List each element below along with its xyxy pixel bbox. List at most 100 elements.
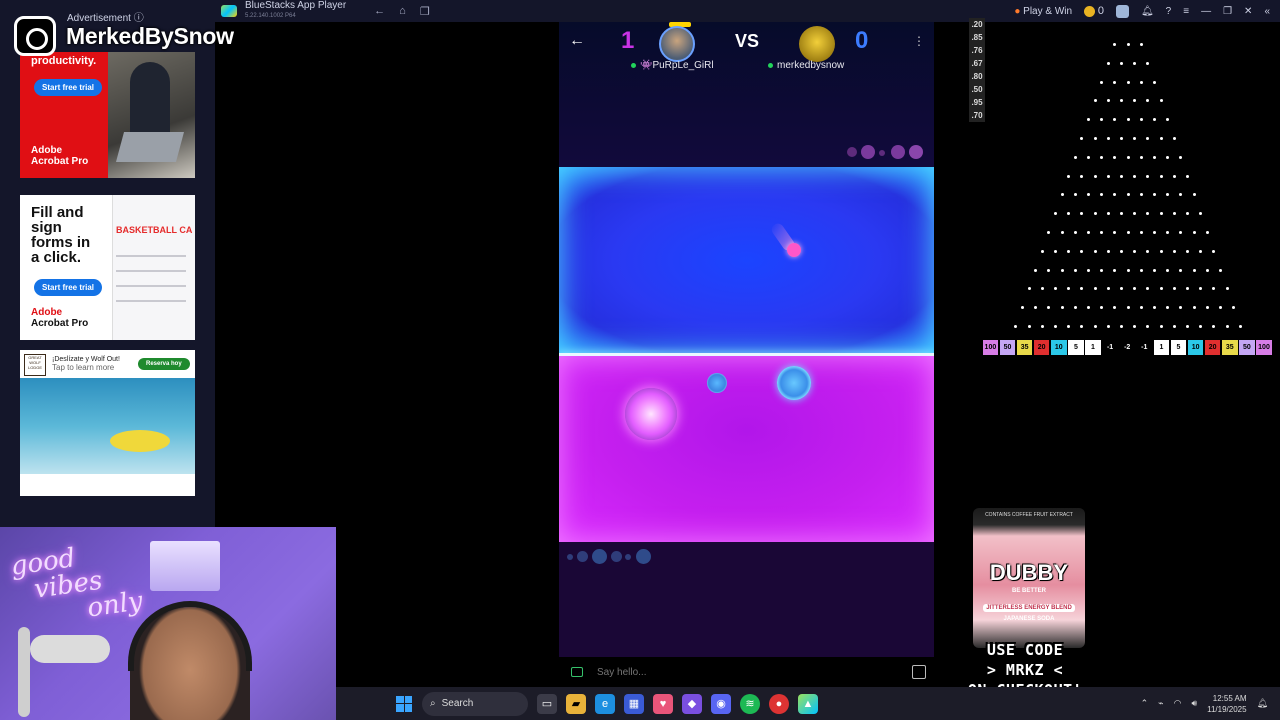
plinko-peg [1086,193,1090,197]
plinko-peg [1133,137,1137,140]
plinko-peg [1113,43,1117,46]
plinko-peg [1159,212,1163,216]
plinko-peg [1179,193,1183,197]
ad2-start-trial-button[interactable]: Start free trial [34,279,103,296]
plinko-peg [1185,212,1189,216]
chat-input[interactable] [597,666,897,678]
adobe-ad-2[interactable]: BASKETBALL CA Fill and sign forms in a c… [20,195,195,340]
bell-icon[interactable]: 🔔︎ [1141,6,1154,17]
plinko-peg [1073,193,1077,197]
plinko-slot: -1 [1136,340,1153,355]
chevron-up-icon[interactable]: ⌃ [1141,698,1149,709]
vs-label: VS [735,31,760,51]
plinko-peg [1040,325,1044,328]
bluestacks-taskbar-icon[interactable]: ▲ [798,693,818,714]
play-win-button[interactable]: ● Play & Win [1014,6,1072,17]
player-paddle[interactable] [625,388,677,440]
plinko-peg [1185,325,1189,328]
task-view-icon[interactable]: ▭ [537,693,557,714]
plinko-peg [1199,325,1203,328]
plinko-peg [1093,99,1097,103]
player2-avatar[interactable] [799,26,835,62]
more-options-icon[interactable]: ⋮ [913,34,925,48]
plinko-peg [1106,249,1110,253]
plinko-slot: 5 [1068,340,1084,355]
home-icon[interactable]: ⌂ [399,5,406,17]
plinko-peg [1179,268,1183,272]
plinko-peg [1119,99,1123,103]
plinko-peg [1146,137,1150,140]
plinko-slot: 50 [999,340,1016,355]
plinko-peg [1185,174,1189,178]
plinko-peg [1133,287,1137,291]
close-icon[interactable]: ✕ [1244,6,1252,17]
back-arrow-icon[interactable]: ← [569,32,585,50]
plinko-peg [1139,268,1143,272]
plinko-peg [1040,287,1044,291]
ad1-brand-line2: Acrobat Pro [31,156,89,167]
multi-instance-icon[interactable]: ❐ [420,5,430,18]
plinko-peg [1179,155,1183,159]
windows-start-icon[interactable] [396,695,412,712]
plinko-peg [1113,231,1117,234]
network-icon[interactable]: ⌁ [1158,698,1163,709]
menu-icon[interactable]: ≡ [1183,6,1189,17]
app-icon-pink[interactable]: ♥ [653,693,673,714]
player1-name: 👾PuRpLe_GiRl [631,60,714,71]
plinko-peg [1192,193,1196,197]
player1-avatar[interactable] [659,26,695,62]
great-wolf-ad[interactable]: GREAT WOLF LODGE ¡Deslízate y Wolf Out! … [20,350,195,496]
help-icon[interactable]: ? [1166,6,1172,17]
plinko-peg [1139,231,1143,234]
plinko-peg [1152,268,1156,272]
back-icon[interactable]: ← [374,5,385,17]
plinko-peg [1113,306,1117,310]
copilot-icon[interactable]: ◆ [682,693,702,714]
plinko-peg [1146,99,1150,103]
bluestacks-titlebar: BlueStacks App Player 5.22.140.1002 P64 … [215,0,1280,22]
spotify-icon[interactable]: ≋ [740,693,760,714]
plinko-peg [1106,99,1110,103]
notification-icon[interactable]: 🔔︎ [1257,698,1268,709]
volume-icon[interactable]: 🔊︎ [1191,698,1197,709]
obs-icon[interactable]: ● [769,693,789,714]
player-field[interactable] [559,356,934,542]
plinko-peg [1139,155,1143,159]
online-dot-icon [768,63,773,68]
store-icon[interactable]: ▦ [624,693,644,714]
plinko-peg [1166,118,1170,122]
plinko-peg [1212,249,1216,253]
taskbar-search[interactable]: ⌕ Search [422,691,528,716]
plinko-peg [1073,306,1077,310]
edge-icon[interactable]: e [595,693,615,714]
plinko-peg [1133,325,1137,328]
plinko-peg [1060,268,1064,272]
restore-icon[interactable]: ❐ [1223,6,1232,17]
opponent-paddle [777,366,811,400]
app-title-block: BlueStacks App Player 5.22.140.1002 P64 [245,1,346,21]
odds-value: .95 [971,98,983,107]
odds-value: .80 [971,72,983,81]
plinko-peg [1133,99,1137,103]
minimize-icon[interactable]: — [1201,6,1211,17]
plinko-peg [1100,80,1104,84]
collapse-icon[interactable]: « [1264,6,1270,17]
clock[interactable]: 12:55 AM 11/19/2025 [1207,693,1246,715]
plinko-peg [1146,212,1150,216]
plinko-peg [1100,118,1104,122]
air-hockey-game[interactable]: ← 1 VS 0 ⋮ 👾PuRpLe_GiRl merkedbysnow [559,22,934,657]
adobe-ad-1[interactable]: productivity. Start free trial Adobe Acr… [20,52,195,178]
plinko-peg [1014,325,1018,328]
profile-avatar[interactable] [1115,4,1129,18]
ad2-brand-line2: Acrobat Pro [31,318,89,329]
plinko-peg [1067,174,1071,178]
wifi-icon[interactable]: ◠ [1174,698,1182,709]
webcam-window [150,541,220,591]
plinko-peg [1113,268,1117,272]
ad1-start-trial-button[interactable]: Start free trial [34,79,103,96]
app-title: BlueStacks App Player [245,0,347,11]
file-explorer-icon[interactable]: ▰ [566,693,586,714]
plinko-peg [1146,249,1150,253]
discord-icon[interactable]: ◉ [711,693,731,714]
ad3-reserve-button[interactable]: Reserva hoy [138,358,190,370]
